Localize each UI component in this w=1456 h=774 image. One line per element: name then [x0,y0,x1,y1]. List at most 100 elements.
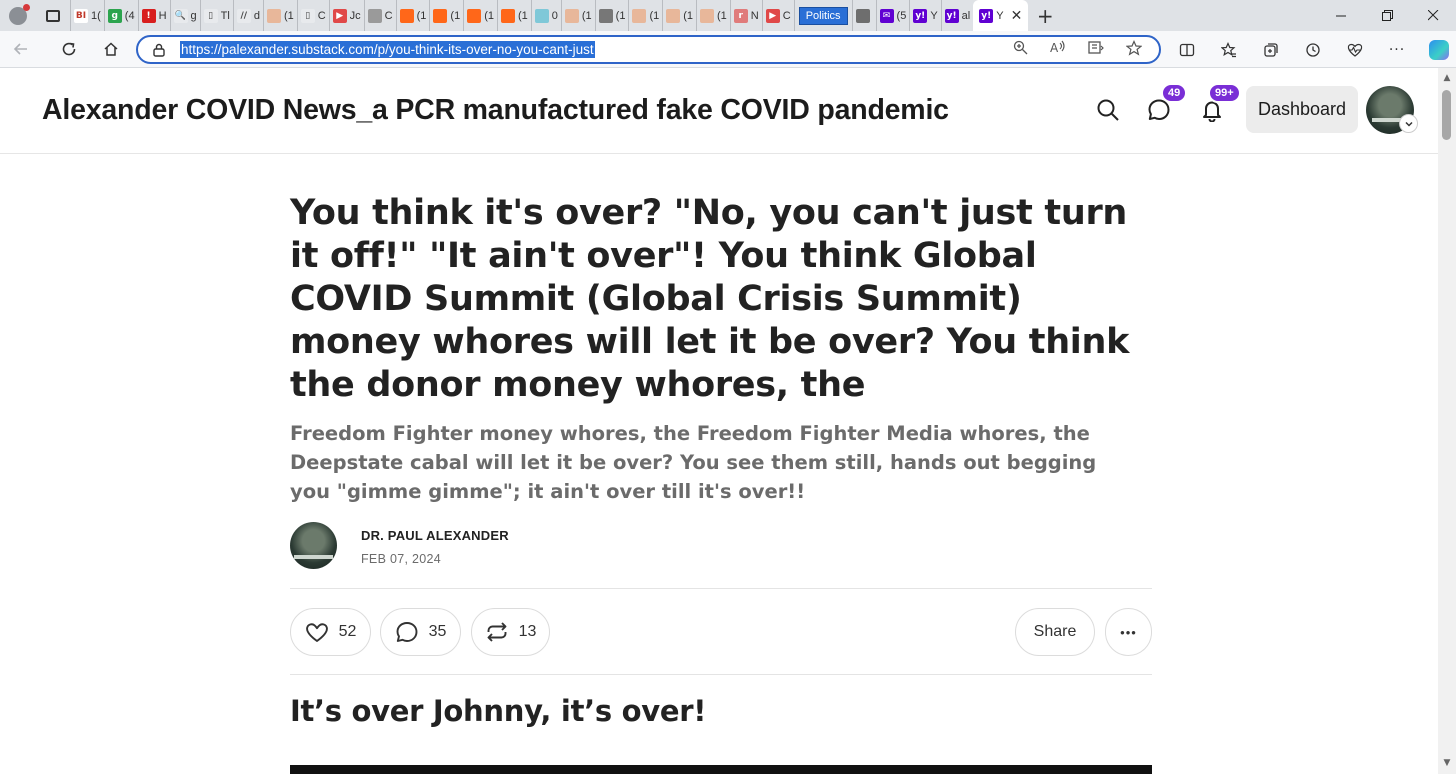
tab-20[interactable]: rN [729,0,762,31]
favicon-icon: 🔍 [173,8,188,23]
restack-button[interactable]: 13 [471,608,550,656]
tab-actions-button[interactable] [36,0,70,31]
home-button[interactable] [90,31,132,68]
favicon-icon [399,8,414,23]
address-bar[interactable]: https://palexander.substack.com/p/you-th… [136,35,1161,64]
tab-title: (5 [896,9,907,22]
zoom-icon[interactable] [1001,40,1039,60]
url-text[interactable]: https://palexander.substack.com/p/you-th… [180,41,595,58]
chevron-down-icon[interactable] [1399,114,1418,133]
tab-8[interactable]: ▶ Jc [328,0,364,31]
tab-title: (1 [416,9,427,22]
tab-after-3[interactable]: y! al [940,0,974,31]
restore-button[interactable] [1364,0,1410,31]
share-button[interactable]: Share [1015,608,1095,656]
comment-bubble-icon [396,622,418,642]
notifications-button[interactable]: 99+ [1198,83,1241,124]
tab-title: (1 [517,9,528,22]
lock-icon[interactable] [138,43,180,57]
tab-2[interactable]: ! H [137,0,170,31]
tab-10[interactable]: (1 [395,0,430,31]
more-options-button[interactable]: ••• [1105,608,1152,656]
close-window-button[interactable] [1410,0,1456,31]
like-count: 52 [338,623,357,640]
tab-7[interactable]: ▯ C [296,0,329,31]
copilot-button[interactable] [1418,31,1456,68]
refresh-button[interactable] [48,31,90,68]
settings-more-button[interactable]: ··· [1376,31,1418,68]
tab-19[interactable]: (1 [696,0,730,31]
tab-title: Jc [349,9,361,22]
scroll-thumb[interactable] [1442,90,1451,140]
read-aloud-icon[interactable]: A [1039,40,1077,60]
tab-3[interactable]: 🔍 g [169,0,200,31]
tab-11[interactable]: (1 [429,0,463,31]
favorites-button[interactable] [1208,31,1250,68]
browser-profile-button[interactable] [0,0,36,31]
profile-icon [9,3,30,25]
divider-bottom [290,674,1152,675]
new-tab-button[interactable]: + [1028,0,1062,31]
tab-active[interactable]: y! Y ✕ [973,0,1029,31]
active-tab-title: Y [996,9,1004,22]
tab-title: 0 [551,9,558,22]
tab-after-2[interactable]: y! Y [909,0,940,31]
scroll-up-icon[interactable]: ▲ [1441,73,1453,85]
page-scrollbar[interactable]: ▲ ▼ [1438,68,1456,774]
search-button[interactable] [1094,96,1122,124]
favorite-star-icon[interactable] [1115,39,1153,60]
tab-9[interactable]: C [363,0,396,31]
split-screen-button[interactable] [1166,31,1208,68]
history-icon [1306,42,1320,57]
collections-button[interactable] [1250,31,1292,68]
tab-15[interactable]: (1 [560,0,595,31]
tab-21[interactable]: ▶ C [761,0,794,31]
comment-count: 35 [428,623,447,640]
tab-13[interactable]: (1 [496,0,531,31]
history-button[interactable] [1292,31,1334,68]
back-button[interactable] [0,31,42,68]
site-header: Alexander COVID News_a PCR manufactured … [0,68,1438,154]
tab-6[interactable]: (1 [262,0,297,31]
tab-title: C [782,9,791,22]
tab-after-0[interactable] [851,0,876,31]
comment-button[interactable]: 35 [380,608,461,656]
tab-0[interactable]: BI 1( [70,0,104,31]
post-image [290,765,1152,774]
tab-18[interactable]: (1 [662,0,696,31]
browser-tab-strip: BI 1(g (4! H 🔍 g ▯ Tl//d (1 ▯ C ▶ Jc C (1 (1 (1 (1 0 (1 (1 (1… [0,0,1456,31]
minimize-button[interactable] [1318,0,1364,31]
favicon-icon [700,8,714,23]
like-button[interactable]: 52 [290,608,371,656]
tab-5[interactable]: //d [232,0,263,31]
favicon-icon [433,8,448,23]
publication-title[interactable]: Alexander COVID News_a PCR manufactured … [42,94,949,127]
browser-toolbar: https://palexander.substack.com/p/you-th… [0,31,1456,68]
tab-16[interactable]: (1 [594,0,629,31]
tab-title: C [384,9,393,22]
tab-14[interactable]: 0 [530,0,561,31]
tab-politics[interactable]: Politics [793,0,852,31]
byline: DR. PAUL ALEXANDER FEB 07, 2024 [290,522,890,572]
favicon-icon [467,8,482,23]
post-date: FEB 07, 2024 [361,552,442,566]
immersive-reader-icon[interactable] [1077,40,1115,60]
tab-title: d [253,9,260,22]
tab-17[interactable]: (1 [628,0,662,31]
dashboard-button[interactable]: Dashboard [1246,86,1358,133]
post-title: You think it's over? "No, you can't just… [290,193,1130,405]
favicon-icon: ▯ [203,8,218,23]
scroll-down-icon[interactable]: ▼ [1441,758,1453,770]
close-tab-icon[interactable]: ✕ [1011,8,1023,24]
tab-12[interactable]: (1 [463,0,497,31]
divider-top [290,588,1152,589]
author-avatar[interactable] [290,522,337,569]
back-arrow-icon [13,43,27,55]
author-name[interactable]: DR. PAUL ALEXANDER [361,528,509,543]
favicon-icon [500,8,515,23]
performance-button[interactable] [1334,31,1376,68]
tab-1[interactable]: g (4 [103,0,138,31]
tab-4[interactable]: ▯ Tl [199,0,233,31]
tab-after-1[interactable]: ✉ (5 [875,0,910,31]
messages-button[interactable]: 49 [1145,83,1188,124]
